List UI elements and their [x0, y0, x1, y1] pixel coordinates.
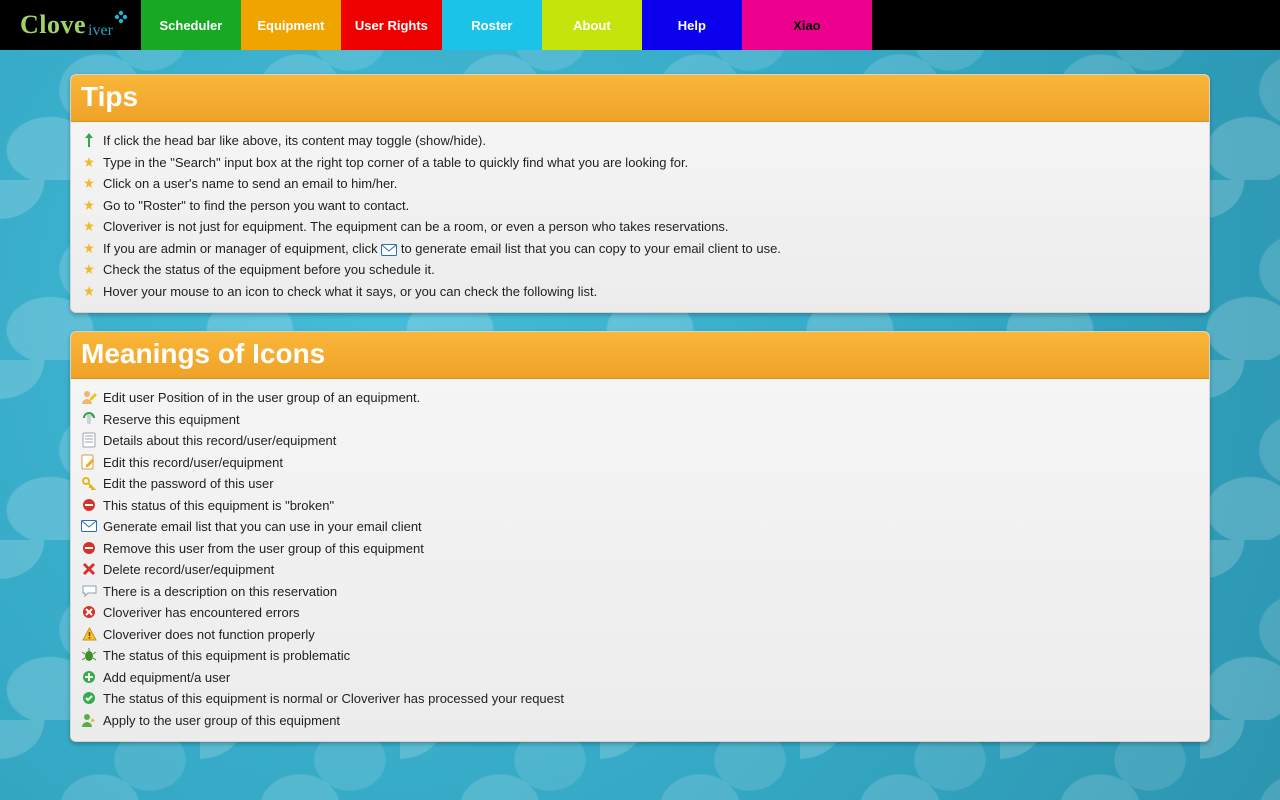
user-edit-icon [81, 389, 97, 405]
meaning-text: Cloveriver does not function properly [103, 625, 315, 645]
meaning-text: Cloveriver has encountered errors [103, 603, 300, 623]
broken-icon [81, 497, 97, 513]
tip-text: Hover your mouse to an icon to check wha… [103, 282, 597, 302]
content: Tips If click the head bar like above, i… [70, 74, 1210, 742]
bullet-star-icon [81, 175, 97, 191]
tip-text: Go to "Roster" to find the person you wa… [103, 196, 409, 216]
meaning-text: Edit user Position of in the user group … [103, 388, 420, 408]
meaning-text: This status of this equipment is "broken… [103, 496, 334, 516]
tip-text: Type in the "Search" input box at the ri… [103, 153, 688, 173]
key-icon [81, 475, 97, 491]
mail-icon [81, 518, 97, 534]
meanings-panel: Meanings of Icons Edit user Position of … [70, 331, 1210, 742]
bullet-star-icon [81, 283, 97, 299]
delete-icon [81, 561, 97, 577]
tip-text: Check the status of the equipment before… [103, 260, 435, 280]
meaning-text: There is a description on this reservati… [103, 582, 337, 602]
remove-user-icon [81, 540, 97, 556]
meaning-text: Details about this record/user/equipment [103, 431, 336, 451]
nav-user-rights[interactable]: User Rights [341, 0, 442, 50]
details-icon [81, 432, 97, 448]
meaning-text: Delete record/user/equipment [103, 560, 274, 580]
meanings-title[interactable]: Meanings of Icons [71, 332, 1209, 379]
error-icon [81, 604, 97, 620]
tips-panel: Tips If click the head bar like above, i… [70, 74, 1210, 313]
bullet-star-icon [81, 261, 97, 277]
apply-user-icon [81, 712, 97, 728]
meanings-body: Edit user Position of in the user group … [71, 379, 1209, 741]
nav-about[interactable]: About [542, 0, 642, 50]
tip-text: If click the head bar like above, its co… [103, 131, 486, 151]
nav-roster[interactable]: Roster [442, 0, 542, 50]
logo[interactable]: Clove iver [0, 0, 141, 50]
tip-text: Click on a user's name to send an email … [103, 174, 397, 194]
nav-help[interactable]: Help [642, 0, 742, 50]
meaning-text: The status of this equipment is normal o… [103, 689, 564, 709]
logo-suffix: iver [88, 22, 113, 40]
edit-icon [81, 454, 97, 470]
meaning-text: Remove this user from the user group of … [103, 539, 424, 559]
mail-icon [381, 244, 397, 258]
bullet-star-icon [81, 154, 97, 170]
clover-icon [114, 10, 128, 24]
arrow-up-icon [81, 132, 97, 148]
meaning-text: Reserve this equipment [103, 410, 240, 430]
meaning-text: Generate email list that you can use in … [103, 517, 422, 537]
meaning-text: Apply to the user group of this equipmen… [103, 711, 340, 731]
meaning-text: Edit the password of this user [103, 474, 274, 494]
meaning-text: The status of this equipment is problema… [103, 646, 350, 666]
bullet-star-icon [81, 218, 97, 234]
ok-icon [81, 690, 97, 706]
nav-equipment[interactable]: Equipment [241, 0, 341, 50]
tips-title[interactable]: Tips [71, 75, 1209, 122]
bug-icon [81, 647, 97, 663]
meaning-text: Edit this record/user/equipment [103, 453, 283, 473]
comment-icon [81, 583, 97, 599]
nav-user[interactable]: Xiao [742, 0, 872, 50]
tip-text: Cloveriver is not just for equipment. Th… [103, 217, 729, 237]
reserve-icon [81, 411, 97, 427]
logo-name: Clove [20, 10, 86, 40]
tip-text: If you are admin or manager of equipment… [103, 239, 781, 259]
bullet-star-icon [81, 197, 97, 213]
bullet-star-icon [81, 240, 97, 256]
meaning-text: Add equipment/a user [103, 668, 230, 688]
tips-body: If click the head bar like above, its co… [71, 122, 1209, 312]
navbar: Clove iver Scheduler Equipment User Righ… [0, 0, 1280, 50]
nav-scheduler[interactable]: Scheduler [141, 0, 241, 50]
warning-icon [81, 626, 97, 642]
add-icon [81, 669, 97, 685]
